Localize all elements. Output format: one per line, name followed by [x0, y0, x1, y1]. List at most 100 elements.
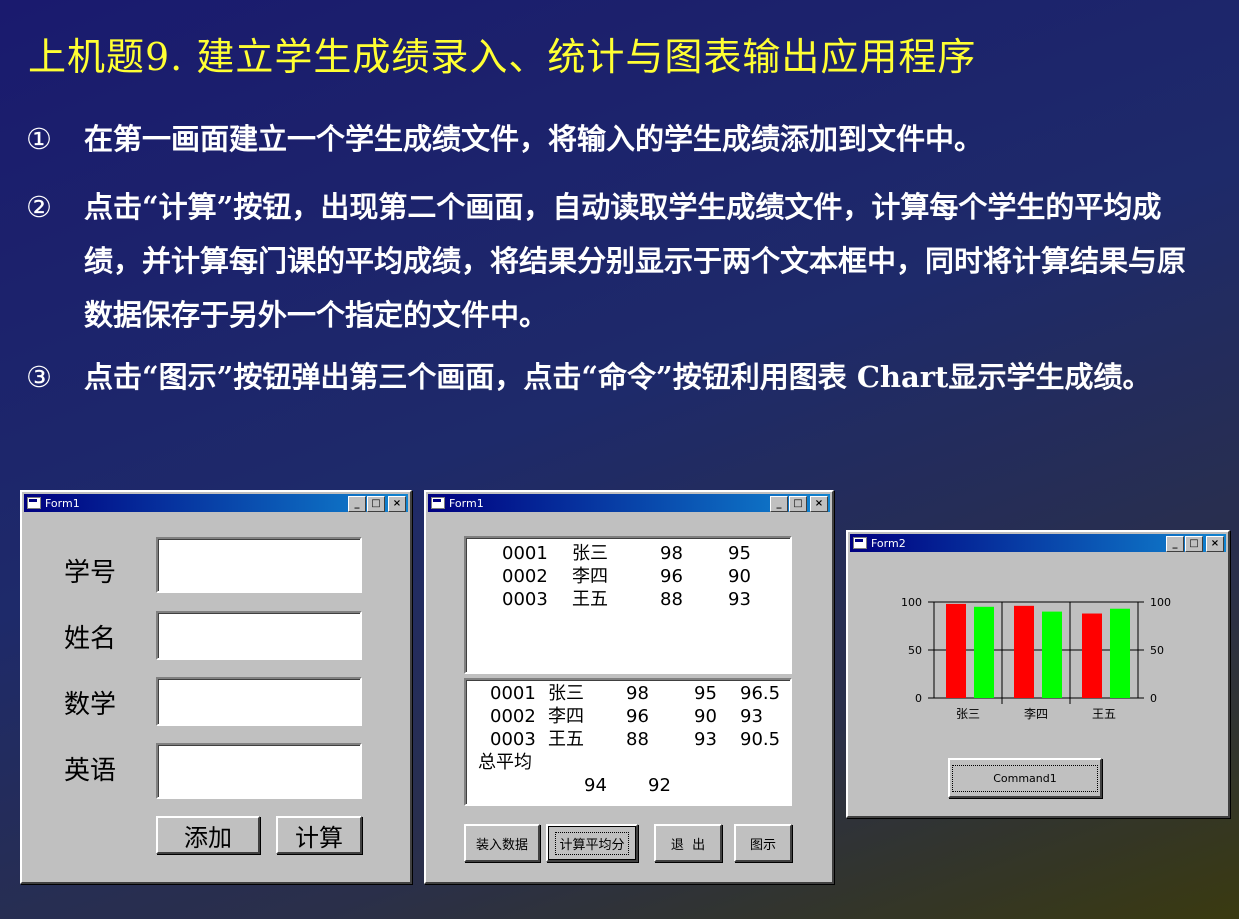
y-tick-label-left: 100	[901, 596, 922, 609]
result-cell: 96	[626, 706, 649, 727]
raw-cell: 88	[660, 589, 683, 610]
result-cell: 0003	[490, 729, 536, 750]
form-icon	[27, 497, 41, 509]
raw-data-textbox[interactable]: 0001 张三 98 95 0002 李四 96 90 0003 王五 88 93	[464, 536, 792, 674]
instruction-item-3: ③ 点击“图示”按钮弹出第三个画面，点击“命令”按钮利用图表 Chart显示学生…	[26, 350, 1214, 404]
name-input[interactable]	[156, 611, 362, 660]
raw-cell: 96	[660, 566, 683, 587]
math-input[interactable]	[156, 677, 362, 726]
form-icon	[853, 537, 867, 549]
bar	[1082, 613, 1102, 698]
instruction-item-1: ① 在第一画面建立一个学生成绩文件，将输入的学生成绩添加到文件中。	[26, 112, 1214, 166]
calculate-average-label: 计算平均分	[555, 831, 629, 855]
title-bar[interactable]: Form1 _ □ ×	[24, 494, 408, 512]
instruction-item-2: ② 点击“计算”按钮，出现第二个画面，自动读取学生成绩文件，计算每个学生的平均成…	[26, 180, 1214, 342]
bar	[1042, 611, 1062, 698]
window-title: Form1	[449, 496, 484, 510]
result-cell: 0002	[490, 706, 536, 727]
raw-cell: 93	[728, 589, 751, 610]
label-math: 数学	[64, 690, 117, 720]
window-title: Form2	[871, 536, 906, 550]
form2-chart-window: Form2 _ □ × 0 0 50 50 100 100 张三 李四 王五 Command1	[846, 530, 1230, 818]
label-name: 姓名	[64, 624, 117, 654]
average-cell: 92	[648, 775, 671, 796]
item-number: ③	[26, 360, 52, 394]
item-text: 点击“计算”按钮，出现第二个画面，自动读取学生成绩文件，计算每个学生的平均成绩，…	[84, 190, 1187, 332]
maximize-button[interactable]: □	[367, 496, 385, 512]
minimize-button[interactable]: _	[1166, 536, 1184, 552]
english-input[interactable]	[156, 743, 362, 799]
raw-cell: 李四	[572, 566, 608, 587]
close-button[interactable]: ×	[388, 496, 406, 512]
close-button[interactable]: ×	[810, 496, 828, 512]
raw-cell: 0001	[502, 543, 548, 564]
result-cell: 93	[740, 706, 763, 727]
result-cell: 93	[694, 729, 717, 750]
student-id-input[interactable]	[156, 537, 362, 593]
chart-label: 图示	[749, 837, 776, 853]
raw-cell: 98	[660, 543, 683, 564]
result-cell: 88	[626, 729, 649, 750]
exit-label: 退 出	[670, 837, 706, 853]
y-tick-label-right: 0	[1150, 692, 1157, 705]
bar	[974, 606, 994, 698]
bar	[1110, 608, 1130, 698]
command1-label: Command1	[952, 764, 1098, 792]
command1-button[interactable]: Command1	[948, 758, 1102, 798]
form1-input-window: Form1 _ □ × 学号 姓名 数学 英语 添加 计算	[20, 490, 412, 884]
minimize-button[interactable]: _	[770, 496, 788, 512]
add-button[interactable]: 添加	[156, 816, 260, 854]
item-text: 点击“图示”按钮弹出第三个画面，点击“命令”按钮利用图表 Chart显示学生成绩…	[84, 360, 1152, 394]
raw-cell: 90	[728, 566, 751, 587]
result-cell: 张三	[548, 683, 584, 704]
raw-cell: 0002	[502, 566, 548, 587]
raw-cell: 王五	[572, 589, 608, 610]
result-cell: 90	[694, 706, 717, 727]
load-data-button[interactable]: 装入数据	[464, 824, 540, 862]
category-label: 李四	[1024, 706, 1048, 721]
exit-button[interactable]: 退 出	[654, 824, 722, 862]
y-tick-label-left: 0	[915, 692, 922, 705]
result-cell: 98	[626, 683, 649, 704]
result-cell: 90.5	[740, 729, 781, 750]
calculate-button[interactable]: 计算	[276, 816, 362, 854]
category-label: 张三	[956, 707, 980, 721]
bar	[946, 603, 966, 698]
score-chart: 0 0 50 50 100 100 张三 李四 王五	[901, 596, 1171, 721]
window-title: Form1	[45, 496, 80, 510]
load-data-label: 装入数据	[475, 837, 528, 853]
calculate-average-button[interactable]: 计算平均分	[546, 824, 638, 862]
y-tick-label-right: 100	[1150, 596, 1171, 609]
result-cell: 王五	[548, 729, 584, 750]
bar	[1014, 605, 1034, 698]
calculate-button-label: 计算	[295, 823, 343, 852]
chart-button[interactable]: 图示	[734, 824, 792, 862]
raw-cell: 95	[728, 543, 751, 564]
category-label: 王五	[1092, 707, 1116, 721]
form1-results-window: Form1 _ □ × 0001 张三 98 95 0002 李四 96 90 0003 王五 88…	[424, 490, 834, 884]
average-cell: 94	[584, 775, 607, 796]
slide-title: 上机题9. 建立学生成绩录入、统计与图表输出应用程序	[28, 35, 977, 79]
y-tick-label-left: 50	[908, 644, 922, 657]
raw-cell: 张三	[572, 543, 608, 564]
title-bar[interactable]: Form2 _ □ ×	[850, 534, 1226, 552]
result-cell: 96.5	[740, 683, 781, 704]
minimize-button[interactable]: _	[348, 496, 366, 512]
maximize-button[interactable]: □	[789, 496, 807, 512]
results-table: 0001 张三 98 95 96.5 0002 李四 96 90 93 0003 王五 88 93 90.5…	[466, 680, 790, 797]
result-cell: 0001	[490, 683, 536, 704]
raw-data-table: 0001 张三 98 95 0002 李四 96 90 0003 王五 88 93	[466, 538, 790, 611]
title-bar[interactable]: Form1 _ □ ×	[428, 494, 830, 512]
raw-cell: 0003	[502, 589, 548, 610]
close-button[interactable]: ×	[1206, 536, 1224, 552]
item-number: ①	[26, 122, 52, 156]
add-button-label: 添加	[184, 823, 232, 852]
label-english: 英语	[64, 756, 117, 786]
label-student-id: 学号	[64, 558, 117, 588]
form-icon	[431, 497, 445, 509]
maximize-button[interactable]: □	[1185, 536, 1203, 552]
result-cell: 李四	[548, 706, 584, 727]
result-cell: 95	[694, 683, 717, 704]
results-textbox[interactable]: 0001 张三 98 95 96.5 0002 李四 96 90 93 0003 王五 88 93 90.5…	[464, 678, 792, 806]
item-text: 在第一画面建立一个学生成绩文件，将输入的学生成绩添加到文件中。	[84, 122, 984, 156]
